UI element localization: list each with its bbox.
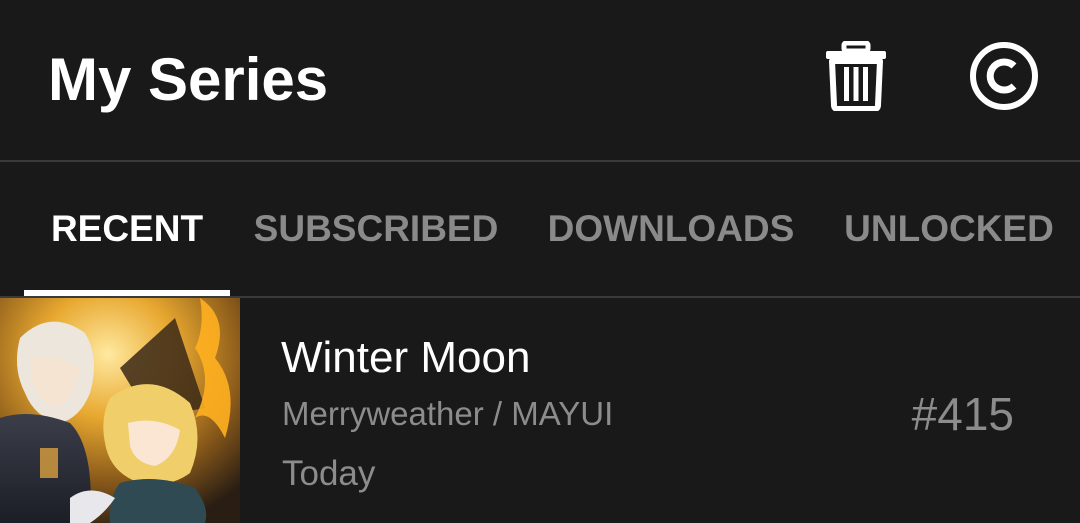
tab-unlocked[interactable]: UNLOCKED [836, 162, 1062, 296]
coins-button[interactable] [968, 40, 1040, 112]
tab-bar: RECENT SUBSCRIBED DOWNLOADS UNLOCKED [0, 162, 1080, 296]
series-title: Winter Moon [281, 333, 531, 382]
coin-icon [970, 42, 1038, 110]
tab-downloads[interactable]: DOWNLOADS [538, 162, 804, 296]
series-thumbnail [0, 298, 240, 523]
series-authors: Merryweather / MAYUI [282, 395, 614, 432]
tab-subscribed[interactable]: SUBSCRIBED [250, 162, 502, 296]
series-episode-number: #415 [911, 388, 1014, 440]
app-screen: My Series RECENT SUBSCRIBED DOWNLOADS UN… [0, 0, 1080, 523]
series-last-read: Today [282, 454, 376, 493]
page-title: My Series [48, 46, 329, 113]
top-app-bar: My Series [0, 0, 1080, 160]
trash-icon [826, 41, 886, 111]
delete-button[interactable] [820, 40, 892, 112]
tab-recent[interactable]: RECENT [24, 162, 230, 296]
list-item[interactable]: Winter Moon Merryweather / MAYUI Today #… [0, 298, 1080, 523]
